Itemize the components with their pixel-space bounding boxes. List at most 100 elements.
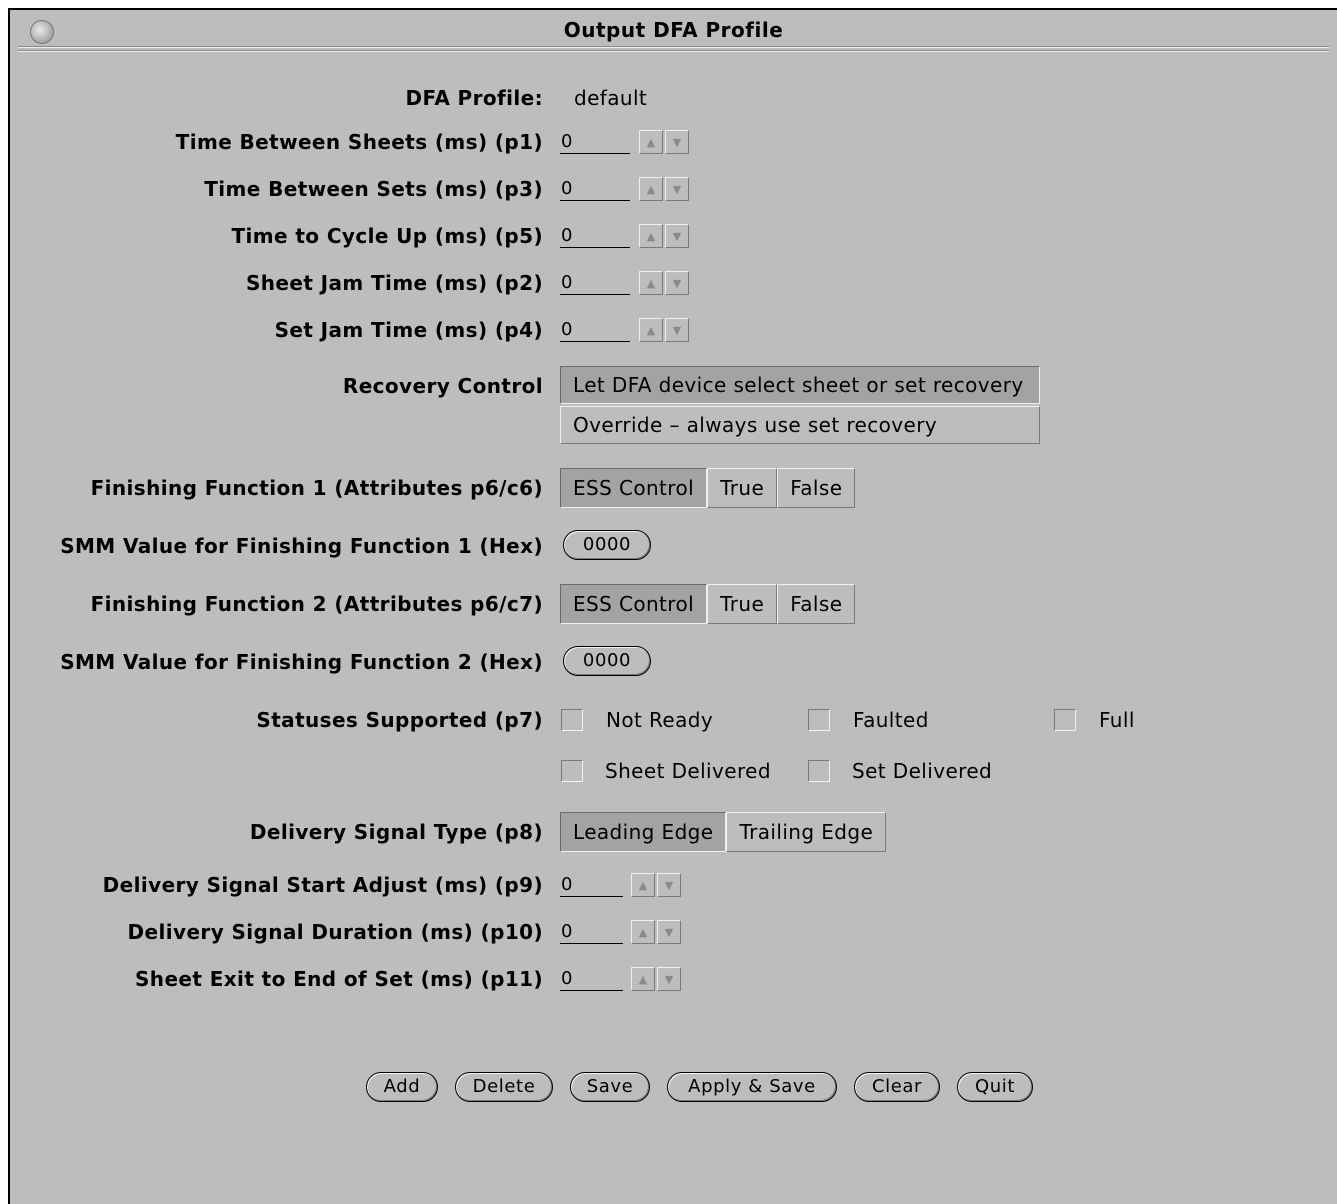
profile-value: default [574, 86, 648, 110]
decrement-arrow-icon[interactable]: ▼ [665, 177, 689, 201]
smm-value-2-row: SMM Value for Finishing Function 2 (Hex)… [10, 646, 1337, 686]
finishing-function-1-choice: ESS Control True False [560, 468, 856, 508]
smm-value-2-field[interactable]: 0000 [563, 646, 651, 676]
delivery-start-adjust-row: Delivery Signal Start Adjust (ms) (p9) 0… [10, 873, 1337, 909]
sheet-exit-label: Sheet Exit to End of Set (ms) (p11) [135, 967, 543, 991]
finishing-function-2-label: Finishing Function 2 (Attributes p6/c7) [90, 592, 543, 616]
decrement-arrow-icon[interactable]: ▼ [657, 873, 681, 897]
full-checkbox[interactable] [1054, 709, 1076, 731]
faulted-label: Faulted [853, 708, 929, 732]
time-to-cycle-up-spinner[interactable]: ▲ ▼ [639, 224, 691, 250]
title-divider-2-highlight [18, 51, 1329, 52]
increment-arrow-icon[interactable]: ▲ [631, 873, 655, 897]
recovery-option-override[interactable]: Override – always use set recovery [560, 406, 1040, 444]
save-button[interactable]: Save [570, 1072, 650, 1102]
time-to-cycle-up-row: Time to Cycle Up (ms) (p5) 0 ▲ ▼ [10, 224, 1337, 260]
sheet-jam-time-input[interactable]: 0 [560, 271, 630, 295]
time-between-sets-row: Time Between Sets (ms) (p3) 0 ▲ ▼ [10, 177, 1337, 213]
smm-value-1-label: SMM Value for Finishing Function 1 (Hex) [60, 534, 543, 558]
delivery-duration-label: Delivery Signal Duration (ms) (p10) [127, 920, 543, 944]
increment-arrow-icon[interactable]: ▲ [639, 224, 663, 248]
output-dfa-profile-window: Output DFA Profile DFA Profile: default … [8, 8, 1337, 1204]
smm-value-1-row: SMM Value for Finishing Function 1 (Hex)… [10, 530, 1337, 570]
time-between-sets-input[interactable]: 0 [560, 177, 630, 201]
time-between-sets-spinner[interactable]: ▲ ▼ [639, 177, 691, 203]
sheet-jam-time-row: Sheet Jam Time (ms) (p2) 0 ▲ ▼ [10, 271, 1337, 307]
profile-row: DFA Profile: default [10, 86, 1337, 122]
delivery-start-adjust-label: Delivery Signal Start Adjust (ms) (p9) [102, 873, 543, 897]
sheet-exit-row: Sheet Exit to End of Set (ms) (p11) 0 ▲ … [10, 967, 1337, 1003]
decrement-arrow-icon[interactable]: ▼ [657, 967, 681, 991]
action-buttons-row: Add Delete Save Apply & Save Clear Quit [10, 1072, 1337, 1108]
finishing-1-true-option[interactable]: True [707, 468, 778, 508]
time-to-cycle-up-label: Time to Cycle Up (ms) (p5) [231, 224, 543, 248]
set-jam-time-input[interactable]: 0 [560, 318, 630, 342]
set-jam-time-row: Set Jam Time (ms) (p4) 0 ▲ ▼ [10, 318, 1337, 354]
time-to-cycle-up-input[interactable]: 0 [560, 224, 630, 248]
finishing-2-false-option[interactable]: False [777, 584, 856, 624]
recovery-option-device-select[interactable]: Let DFA device select sheet or set recov… [560, 366, 1040, 404]
delivery-start-adjust-input[interactable]: 0 [560, 873, 623, 897]
increment-arrow-icon[interactable]: ▲ [639, 318, 663, 342]
increment-arrow-icon[interactable]: ▲ [631, 920, 655, 944]
finishing-2-true-option[interactable]: True [707, 584, 778, 624]
smm-value-2-label: SMM Value for Finishing Function 2 (Hex) [60, 650, 543, 674]
delivery-signal-type-label: Delivery Signal Type (p8) [249, 820, 543, 844]
quit-button[interactable]: Quit [957, 1072, 1033, 1102]
delivery-duration-input[interactable]: 0 [560, 920, 623, 944]
set-jam-time-label: Set Jam Time (ms) (p4) [274, 318, 543, 342]
increment-arrow-icon[interactable]: ▲ [639, 271, 663, 295]
window-title: Output DFA Profile [563, 18, 784, 42]
title-divider-highlight [18, 47, 1329, 48]
sheet-exit-input[interactable]: 0 [560, 967, 623, 991]
statuses-supported-label: Statuses Supported (p7) [256, 708, 543, 732]
sheet-delivered-checkbox[interactable] [561, 760, 583, 782]
recovery-control-label: Recovery Control [342, 374, 543, 398]
decrement-arrow-icon[interactable]: ▼ [657, 920, 681, 944]
sheet-delivered-label: Sheet Delivered [605, 759, 771, 783]
smm-value-1-field[interactable]: 0000 [563, 530, 651, 560]
finishing-function-1-label: Finishing Function 1 (Attributes p6/c6) [90, 476, 543, 500]
finishing-1-ess-control-option[interactable]: ESS Control [560, 468, 708, 508]
finishing-function-2-row: Finishing Function 2 (Attributes p6/c7) … [10, 584, 1337, 628]
delete-button[interactable]: Delete [455, 1072, 553, 1102]
profile-label: DFA Profile: [405, 86, 543, 110]
time-between-sheets-label: Time Between Sheets (ms) (p1) [175, 130, 543, 154]
clear-button[interactable]: Clear [854, 1072, 940, 1102]
increment-arrow-icon[interactable]: ▲ [639, 177, 663, 201]
sheet-exit-spinner[interactable]: ▲ ▼ [631, 967, 683, 993]
statuses-supported-row: Statuses Supported (p7) Not Ready Faulte… [10, 708, 1337, 788]
trailing-edge-option[interactable]: Trailing Edge [726, 812, 887, 852]
apply-and-save-button[interactable]: Apply & Save [667, 1072, 837, 1102]
delivery-duration-spinner[interactable]: ▲ ▼ [631, 920, 683, 946]
set-delivered-checkbox[interactable] [808, 760, 830, 782]
finishing-function-1-row: Finishing Function 1 (Attributes p6/c6) … [10, 468, 1337, 512]
add-button[interactable]: Add [366, 1072, 438, 1102]
decrement-arrow-icon[interactable]: ▼ [665, 271, 689, 295]
delivery-start-adjust-spinner[interactable]: ▲ ▼ [631, 873, 683, 899]
decrement-arrow-icon[interactable]: ▼ [665, 318, 689, 342]
increment-arrow-icon[interactable]: ▲ [639, 130, 663, 154]
not-ready-label: Not Ready [606, 708, 714, 732]
faulted-checkbox[interactable] [808, 709, 830, 731]
finishing-1-false-option[interactable]: False [777, 468, 856, 508]
time-between-sets-label: Time Between Sets (ms) (p3) [204, 177, 543, 201]
set-delivered-label: Set Delivered [852, 759, 993, 783]
decrement-arrow-icon[interactable]: ▼ [665, 224, 689, 248]
recovery-control-list: Let DFA device select sheet or set recov… [560, 366, 1040, 444]
time-between-sheets-input[interactable]: 0 [560, 130, 630, 154]
finishing-function-2-choice: ESS Control True False [560, 584, 856, 624]
leading-edge-option[interactable]: Leading Edge [560, 812, 727, 852]
not-ready-checkbox[interactable] [561, 709, 583, 731]
time-between-sheets-row: Time Between Sheets (ms) (p1) 0 ▲ ▼ [10, 130, 1337, 166]
sheet-jam-time-spinner[interactable]: ▲ ▼ [639, 271, 691, 297]
full-label: Full [1099, 708, 1135, 732]
time-between-sheets-spinner[interactable]: ▲ ▼ [639, 130, 691, 156]
finishing-2-ess-control-option[interactable]: ESS Control [560, 584, 708, 624]
delivery-duration-row: Delivery Signal Duration (ms) (p10) 0 ▲ … [10, 920, 1337, 956]
set-jam-time-spinner[interactable]: ▲ ▼ [639, 318, 691, 344]
increment-arrow-icon[interactable]: ▲ [631, 967, 655, 991]
decrement-arrow-icon[interactable]: ▼ [665, 130, 689, 154]
delivery-signal-type-choice: Leading Edge Trailing Edge [560, 812, 887, 852]
delivery-signal-type-row: Delivery Signal Type (p8) Leading Edge T… [10, 812, 1337, 856]
